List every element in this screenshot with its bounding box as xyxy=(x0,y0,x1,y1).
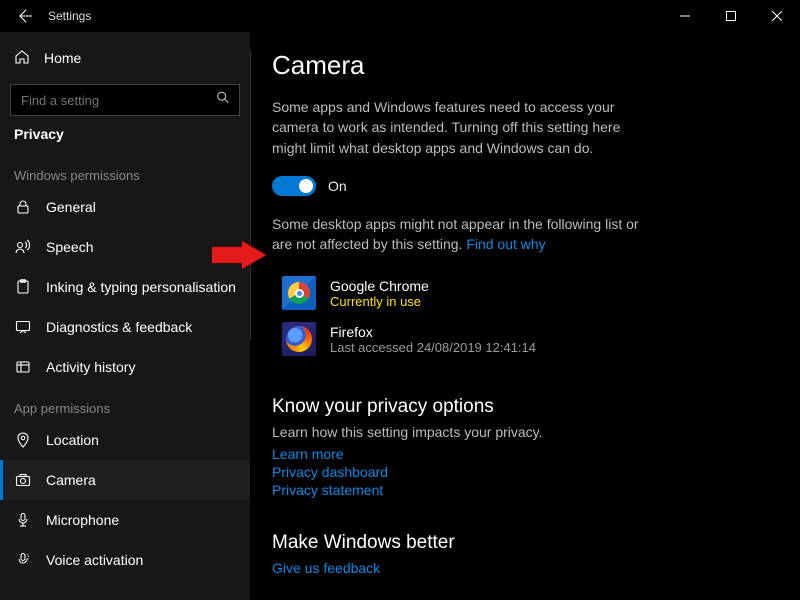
nav-label: Activity history xyxy=(46,359,135,375)
speech-icon xyxy=(14,238,32,256)
nav-inking[interactable]: Inking & typing personalisation xyxy=(0,267,250,307)
nav-activity[interactable]: Activity history xyxy=(0,347,250,387)
search-input[interactable] xyxy=(10,84,240,116)
camera-toggle[interactable] xyxy=(272,176,316,196)
desktop-apps-note: Some desktop apps might not appear in th… xyxy=(272,214,652,255)
divider xyxy=(250,50,251,340)
privacy-links: Learn more Privacy dashboard Privacy sta… xyxy=(272,446,770,498)
nav-speech[interactable]: Speech xyxy=(0,227,250,267)
nav-camera[interactable]: Camera xyxy=(0,460,250,500)
toggle-state-label: On xyxy=(328,178,347,194)
nav-label: Speech xyxy=(46,239,93,255)
page-description: Some apps and Windows features need to a… xyxy=(272,97,642,158)
make-better-heading: Make Windows better xyxy=(272,532,770,554)
nav-label: Location xyxy=(46,432,99,448)
nav-microphone[interactable]: Microphone xyxy=(0,500,250,540)
clipboard-icon xyxy=(14,278,32,296)
app-row-firefox: Firefox Last accessed 24/08/2019 12:41:1… xyxy=(282,316,770,362)
nav-diagnostics[interactable]: Diagnostics & feedback xyxy=(0,307,250,347)
nav-general[interactable]: General xyxy=(0,187,250,227)
titlebar: Settings xyxy=(0,0,800,32)
section-app-permissions: App permissions xyxy=(0,387,250,420)
home-label: Home xyxy=(44,50,81,66)
location-icon xyxy=(14,431,32,449)
nav-label: Microphone xyxy=(46,512,119,528)
voice-icon xyxy=(14,551,32,569)
app-name: Firefox xyxy=(330,324,536,340)
note-text: Some desktop apps might not appear in th… xyxy=(272,216,639,252)
desktop-apps-list: Google Chrome Currently in use Firefox L… xyxy=(282,270,770,362)
microphone-icon xyxy=(14,511,32,529)
close-button[interactable] xyxy=(754,0,800,32)
lock-icon xyxy=(14,198,32,216)
nav-label: General xyxy=(46,199,96,215)
category-label: Privacy xyxy=(0,126,250,154)
minimize-button[interactable] xyxy=(662,0,708,32)
maximize-button[interactable] xyxy=(708,0,754,32)
app-row-chrome: Google Chrome Currently in use xyxy=(282,270,770,316)
page-title: Camera xyxy=(272,50,770,81)
find-out-why-link[interactable]: Find out why xyxy=(466,236,545,252)
nav-label: Diagnostics & feedback xyxy=(46,319,192,335)
camera-icon xyxy=(14,471,32,489)
nav-label: Inking & typing personalisation xyxy=(46,279,236,295)
feedback-links: Give us feedback xyxy=(272,560,770,576)
nav-voice-activation[interactable]: Voice activation xyxy=(0,540,250,580)
app-title: Settings xyxy=(48,9,91,23)
learn-more-link[interactable]: Learn more xyxy=(272,446,770,462)
privacy-options-heading: Know your privacy options xyxy=(272,396,770,418)
search-icon xyxy=(216,91,230,110)
chrome-icon xyxy=(282,276,316,310)
app-status: Last accessed 24/08/2019 12:41:14 xyxy=(330,340,536,355)
privacy-statement-link[interactable]: Privacy statement xyxy=(272,482,770,498)
nav-label: Voice activation xyxy=(46,552,143,568)
home-nav[interactable]: Home xyxy=(0,38,250,78)
activity-icon xyxy=(14,358,32,376)
section-windows-permissions: Windows permissions xyxy=(0,154,250,187)
privacy-options-sub: Learn how this setting impacts your priv… xyxy=(272,424,770,440)
firefox-icon xyxy=(282,322,316,356)
nav-label: Camera xyxy=(46,472,96,488)
app-name: Google Chrome xyxy=(330,278,429,294)
sidebar: Home Privacy Windows permissions General… xyxy=(0,32,250,600)
search-wrap xyxy=(10,84,240,116)
window-controls xyxy=(662,0,800,32)
feedback-icon xyxy=(14,318,32,336)
app-status: Currently in use xyxy=(330,294,429,309)
privacy-dashboard-link[interactable]: Privacy dashboard xyxy=(272,464,770,480)
give-feedback-link[interactable]: Give us feedback xyxy=(272,560,770,576)
home-icon xyxy=(14,49,30,68)
camera-toggle-row: On xyxy=(272,176,770,196)
back-button[interactable] xyxy=(12,2,40,30)
nav-location[interactable]: Location xyxy=(0,420,250,460)
main-content: Camera Some apps and Windows features ne… xyxy=(250,32,800,600)
